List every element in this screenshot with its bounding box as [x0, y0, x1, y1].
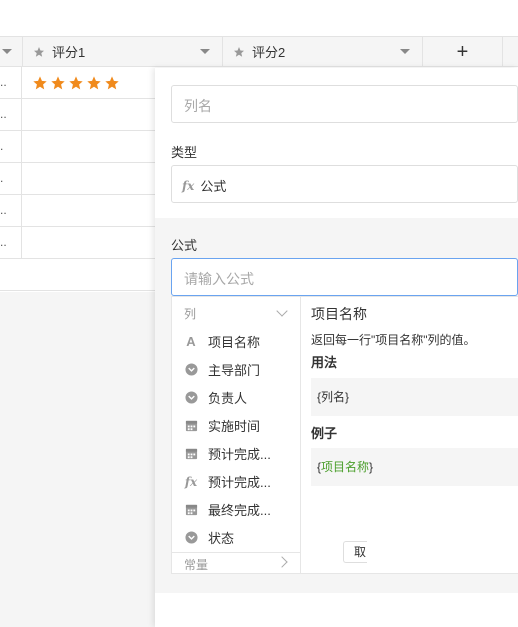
table-row[interactable]: . — [0, 131, 155, 163]
formula-placeholder: 请输入公式 — [184, 271, 254, 287]
example-heading: 例子 — [311, 426, 338, 441]
calendar-icon — [184, 419, 198, 433]
star-icon — [234, 46, 244, 57]
calendar-icon — [184, 447, 198, 461]
table-cell[interactable]: .. — [0, 67, 22, 98]
constants-section-header[interactable]: 常量 — [184, 556, 208, 573]
add-column-button[interactable]: + — [422, 36, 503, 67]
fx-icon: fx — [182, 178, 195, 193]
list-item[interactable]: 实施时间 — [184, 416, 260, 435]
top-blank-area — [0, 0, 518, 36]
type-label: 类型 — [171, 145, 198, 160]
table-cell[interactable]: .. — [0, 99, 22, 130]
formula-helper: 列 A 项目名称 主导部门 负责人 实施时间 预计完成... fx 预计完成..… — [171, 296, 518, 574]
list-item[interactable]: fx 预计完成... — [184, 472, 271, 491]
list-item[interactable]: A 项目名称 — [184, 332, 260, 351]
list-divider — [172, 552, 300, 553]
list-item[interactable]: 最终完成... — [184, 500, 271, 519]
footer-button[interactable]: 取 — [343, 541, 367, 563]
column-header-partial[interactable] — [0, 36, 23, 67]
table-row[interactable]: . — [0, 163, 155, 195]
list-item[interactable]: 负责人 — [184, 388, 247, 407]
table-cell[interactable]: . — [0, 131, 22, 162]
column-name-input[interactable]: 列名 — [171, 85, 518, 123]
column-list: 列 A 项目名称 主导部门 负责人 实施时间 预计完成... fx 预计完成..… — [172, 297, 301, 573]
dropdown-icon — [184, 363, 198, 377]
type-value: 公式 — [200, 179, 227, 194]
dropdown-icon — [184, 531, 198, 545]
detail-description: 返回每一行"项目名称"列的值。 — [311, 333, 476, 347]
star-icon[interactable] — [104, 75, 120, 91]
table-row[interactable]: .. — [0, 67, 155, 99]
chevron-down-icon[interactable] — [400, 49, 410, 54]
example-code: {项目名称} — [311, 448, 518, 486]
list-item[interactable]: 主导部门 — [184, 360, 260, 379]
table-rows: .. .. . . .. .. — [0, 67, 155, 291]
formula-label: 公式 — [171, 238, 198, 253]
example-column-name: 项目名称 — [321, 460, 370, 474]
column-header-label: 评分1 — [52, 45, 86, 60]
column-settings-panel: 列名 类型 fx 公式 公式 请输入公式 列 A 项目名称 主导部门 负责人 实… — [155, 68, 518, 627]
column-header-rating1[interactable]: 评分1 — [22, 36, 223, 67]
list-item-label: 预计完成... — [208, 475, 271, 490]
list-item-label: 状态 — [208, 531, 235, 546]
list-item-label: 负责人 — [208, 391, 248, 406]
detail-title: 项目名称 — [311, 306, 367, 322]
list-item-label: 最终完成... — [208, 503, 271, 518]
star-icon[interactable] — [68, 75, 84, 91]
table-cell[interactable]: . — [0, 163, 22, 194]
table-row[interactable]: .. — [0, 99, 155, 131]
list-item[interactable]: 状态 — [184, 528, 234, 547]
type-select[interactable]: fx 公式 — [171, 165, 518, 203]
star-icon[interactable] — [32, 75, 48, 91]
calendar-icon — [184, 503, 198, 517]
table-cell[interactable]: .. — [0, 195, 22, 226]
list-item-label: 预计完成... — [208, 447, 271, 462]
chevron-down-icon[interactable] — [2, 49, 12, 54]
table-cell[interactable]: .. — [0, 227, 22, 258]
panel-basic-section: 列名 类型 fx 公式 — [155, 68, 518, 218]
chevron-down-icon[interactable] — [276, 305, 288, 317]
dropdown-icon — [184, 391, 198, 405]
table-row[interactable]: .. — [0, 195, 155, 227]
text-icon: A — [186, 334, 196, 349]
plus-icon: + — [456, 40, 469, 63]
star-rating[interactable] — [32, 75, 120, 91]
list-item-label: 项目名称 — [208, 335, 261, 350]
column-name-placeholder: 列名 — [184, 98, 212, 114]
list-item-label: 实施时间 — [208, 419, 261, 434]
star-icon[interactable] — [50, 75, 66, 91]
list-item-label: 主导部门 — [208, 363, 261, 378]
panel-footer — [155, 593, 518, 627]
table-row[interactable]: .. — [0, 227, 155, 259]
table-row-empty[interactable] — [0, 259, 155, 291]
chevron-down-icon[interactable] — [200, 49, 210, 54]
fx-icon: fx — [184, 474, 198, 489]
formula-input[interactable]: 请输入公式 — [171, 258, 518, 296]
column-list-header: 列 — [184, 307, 197, 321]
list-item[interactable]: 预计完成... — [184, 444, 271, 463]
column-header-label: 评分2 — [252, 45, 286, 60]
chevron-right-icon[interactable] — [276, 556, 288, 568]
usage-heading: 用法 — [311, 355, 338, 370]
star-icon — [34, 46, 44, 57]
usage-code: {列名} — [311, 378, 518, 416]
star-icon[interactable] — [86, 75, 102, 91]
column-header-partial — [502, 36, 518, 67]
column-header-rating2[interactable]: 评分2 — [222, 36, 423, 67]
